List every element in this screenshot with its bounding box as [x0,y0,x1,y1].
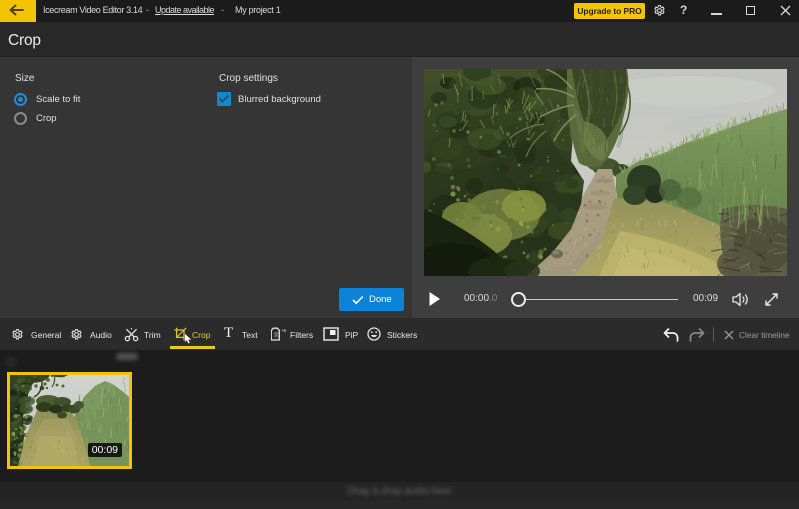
svg-text:+5: +5 [281,328,287,333]
